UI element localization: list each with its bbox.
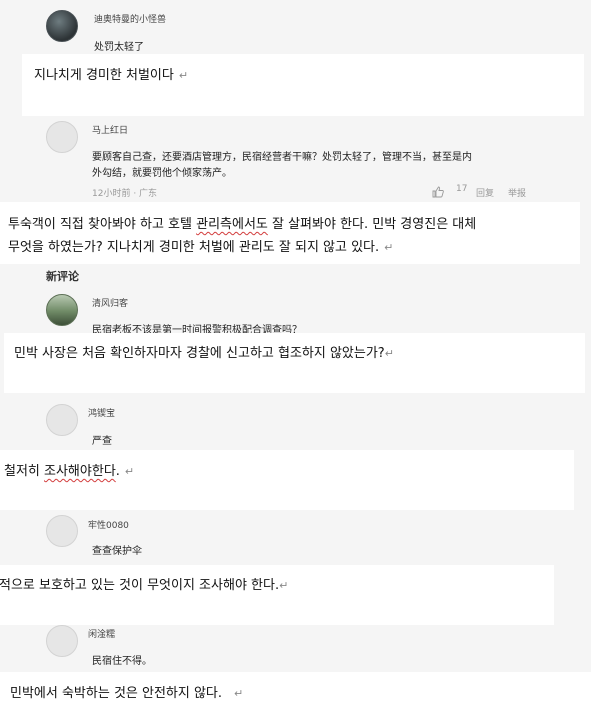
avatar[interactable] bbox=[46, 404, 78, 436]
comment-username[interactable]: 牢性0080 bbox=[88, 518, 129, 531]
comment-text: 查查保护伞 bbox=[92, 546, 142, 557]
translation-text: 적으로 보호하고 있는 것이 무엇이지 조사해야 한다.↵ bbox=[0, 578, 289, 593]
report-button[interactable]: 举报 bbox=[508, 186, 526, 199]
translation-box: 지나치게 경미한 처벌이다 ↵ bbox=[22, 54, 584, 116]
comment-username[interactable]: 闲淦糯 bbox=[88, 627, 115, 640]
comment-text-line: 外勾结，就要罚他个倾家荡产。 bbox=[92, 168, 232, 179]
translation-box: 민박에서 숙박하는 것은 안전하지 않다. ↵ bbox=[0, 672, 591, 710]
section-title: 新评论 bbox=[46, 270, 79, 283]
comment-text: 严查 bbox=[92, 436, 112, 447]
comment-text: 处罚太轻了 bbox=[94, 42, 144, 53]
comment-username[interactable]: 鸿锲宝 bbox=[88, 406, 115, 419]
avatar[interactable] bbox=[46, 515, 78, 547]
reply-button[interactable]: 回复 bbox=[476, 186, 494, 199]
avatar[interactable] bbox=[46, 294, 78, 326]
translation-text-line: 무엇을 하였는가? 지나치게 경미한 처벌에 관리도 잘 되지 않고 있다. ↵ bbox=[8, 240, 394, 255]
translation-text: 민박 사장은 처음 확인하자마자 경찰에 신고하고 협조하지 않았는가?↵ bbox=[14, 346, 394, 361]
avatar[interactable] bbox=[46, 121, 78, 153]
translation-text-line: 투숙객이 직접 찾아봐야 하고 호텔 관리측에서도 잘 살펴봐야 한다. 민박 … bbox=[8, 217, 477, 232]
translation-box: 적으로 보호하고 있는 것이 무엇이지 조사해야 한다.↵ bbox=[0, 565, 554, 625]
avatar[interactable] bbox=[46, 10, 78, 42]
avatar[interactable] bbox=[46, 625, 78, 657]
comment-time: 12小时前 · 广东 bbox=[92, 189, 158, 199]
translation-text: 지나치게 경미한 처벌이다 ↵ bbox=[34, 68, 189, 83]
comment-username[interactable]: 马上红日 bbox=[92, 123, 128, 136]
translation-text: 철저히 조사해야한다. ↵ bbox=[4, 464, 135, 479]
like-button[interactable]: 17 bbox=[432, 183, 468, 198]
comment-text-line: 要顾客自己查，还要酒店管理方，民宿经营者干嘛？处罚太轻了，管理不当，甚至是内 bbox=[92, 152, 472, 163]
translation-box: 민박 사장은 처음 확인하자마자 경찰에 신고하고 협조하지 않았는가?↵ bbox=[4, 333, 585, 393]
translation-box: 투숙객이 직접 찾아봐야 하고 호텔 관리측에서도 잘 살펴봐야 한다. 민박 … bbox=[0, 202, 580, 264]
comment-text: 民宿住不得。 bbox=[92, 656, 152, 667]
translation-text: 민박에서 숙박하는 것은 안전하지 않다. ↵ bbox=[10, 686, 244, 701]
like-count: 17 bbox=[456, 184, 468, 194]
comment-username[interactable]: 迪奥特曼的小怪兽 bbox=[94, 12, 166, 25]
translation-box: 철저히 조사해야한다. ↵ bbox=[0, 450, 574, 510]
comment-username[interactable]: 清风归客 bbox=[92, 296, 128, 309]
thumbs-up-icon bbox=[432, 183, 444, 198]
